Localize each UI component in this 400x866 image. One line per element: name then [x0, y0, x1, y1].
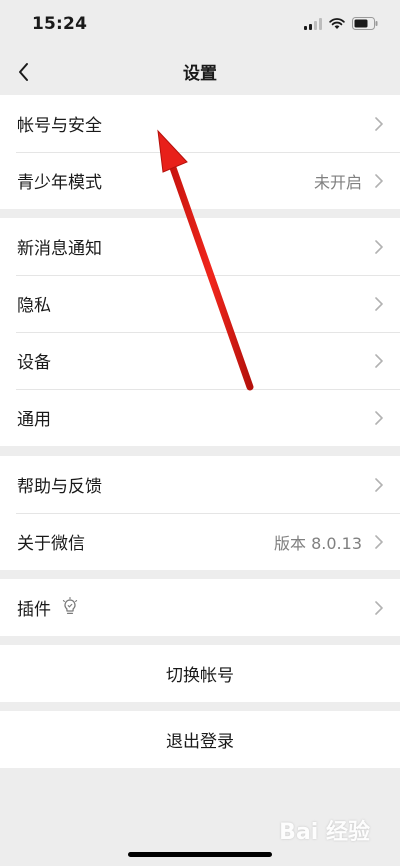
settings-item-label: 青少年模式: [17, 173, 102, 193]
signal-icon: [304, 17, 322, 30]
settings-item-label: 关于微信: [17, 534, 85, 554]
settings-item-value: 版本 8.0.13: [274, 533, 362, 553]
chevron-right-icon: [375, 411, 383, 425]
settings-item-general[interactable]: 通用: [0, 389, 400, 446]
lightbulb-icon: [62, 597, 78, 615]
home-indicator: [128, 852, 272, 857]
status-time: 15:24: [32, 14, 88, 34]
settings-item-label: 帮助与反馈: [17, 477, 102, 497]
logout-group: 退出登录: [0, 711, 400, 768]
settings-group-help: 帮助与反馈 关于微信 版本 8.0.13: [0, 456, 400, 570]
chevron-right-icon: [375, 240, 383, 254]
settings-item-plugins[interactable]: 插件: [0, 579, 400, 636]
status-icons: [304, 17, 378, 30]
switch-account-button[interactable]: 切换帐号: [0, 645, 400, 702]
wifi-icon: [329, 17, 345, 29]
nav-bar: 设置: [0, 48, 400, 94]
chevron-right-icon: [375, 478, 383, 492]
settings-item-label: 隐私: [17, 296, 51, 316]
settings-item-privacy[interactable]: 隐私: [0, 275, 400, 332]
chevron-right-icon: [375, 117, 383, 131]
settings-item-label: 插件: [17, 600, 51, 620]
chevron-right-icon: [375, 354, 383, 368]
settings-item-account-security[interactable]: 帐号与安全: [0, 95, 400, 152]
status-bar: 15:24: [0, 0, 400, 48]
page-title: 设置: [183, 64, 217, 84]
settings-item-value: 未开启: [313, 172, 362, 192]
settings-item-devices[interactable]: 设备: [0, 332, 400, 389]
logout-label: 退出登录: [166, 732, 234, 752]
settings-item-label: 新消息通知: [17, 239, 102, 259]
battery-icon: [352, 17, 378, 30]
logout-button[interactable]: 退出登录: [0, 711, 400, 768]
settings-item-label: 帐号与安全: [17, 116, 102, 136]
switch-account-group: 切换帐号: [0, 645, 400, 702]
settings-item-notifications[interactable]: 新消息通知: [0, 218, 400, 275]
settings-item-help-feedback[interactable]: 帮助与反馈: [0, 456, 400, 513]
settings-item-about[interactable]: 关于微信 版本 8.0.13: [0, 513, 400, 570]
settings-item-label: 通用: [17, 410, 51, 430]
switch-account-label: 切换帐号: [166, 666, 234, 686]
watermark: Bai 经验: [279, 820, 370, 845]
chevron-right-icon: [375, 601, 383, 615]
chevron-right-icon: [375, 297, 383, 311]
settings-group-plugins: 插件: [0, 579, 400, 636]
chevron-right-icon: [375, 174, 383, 188]
chevron-right-icon: [375, 535, 383, 549]
settings-item-teen-mode[interactable]: 青少年模式 未开启: [0, 152, 400, 209]
settings-item-label: 设备: [17, 353, 51, 373]
settings-group-account: 帐号与安全 青少年模式 未开启: [0, 95, 400, 209]
settings-group-general: 新消息通知 隐私 设备 通用: [0, 218, 400, 446]
